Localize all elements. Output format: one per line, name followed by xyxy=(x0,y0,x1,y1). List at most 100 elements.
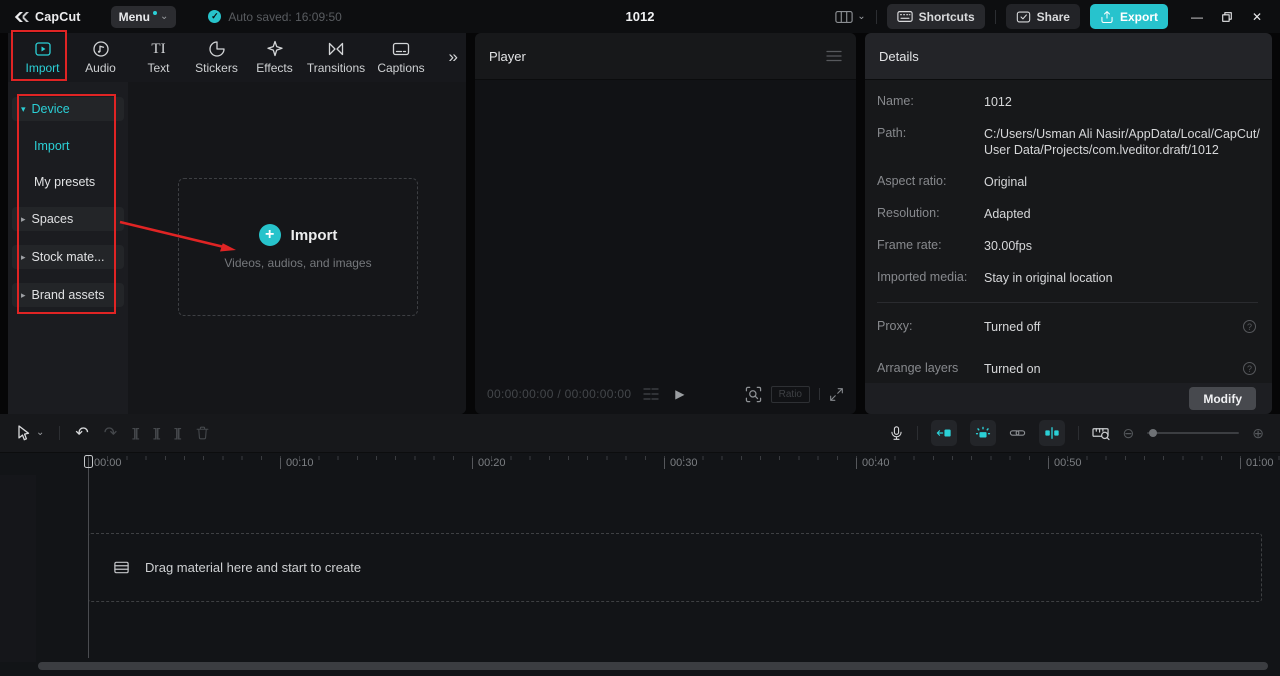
redo-button[interactable]: ↷ xyxy=(104,423,117,443)
plus-icon[interactable]: + xyxy=(258,224,281,246)
ratio-selector[interactable]: Ratio xyxy=(770,385,810,403)
detail-row-resolution: Resolution: Adapted xyxy=(877,206,1272,222)
timeline-toolbar: ⌄ ↶ ↷ ][ ][ ][⊖ ⊕ xyxy=(0,414,1280,453)
tab-captions[interactable]: Captions xyxy=(369,40,433,75)
modify-button[interactable]: Modify xyxy=(1189,387,1256,410)
playhead-handle[interactable] xyxy=(84,455,93,468)
menu-button[interactable]: Menu ⌄ xyxy=(110,5,177,28)
tab-stickers[interactable]: Stickers xyxy=(188,40,245,75)
stickers-tab-icon xyxy=(208,41,225,57)
detail-label: Arrange layers xyxy=(877,361,959,375)
layout-icon xyxy=(835,10,853,23)
chevron-down-icon: ⌄ xyxy=(159,10,169,22)
autosave-status: ✓ Auto saved: 16:09:50 xyxy=(208,10,342,24)
details-header: Details xyxy=(865,33,1272,80)
ruler-magnifier-icon xyxy=(1091,428,1110,441)
divider xyxy=(875,9,877,24)
restore-button[interactable] xyxy=(1212,0,1242,33)
zoom-out-button[interactable]: ⊖ xyxy=(1123,426,1135,440)
tab-effects[interactable]: Effects xyxy=(246,40,303,75)
slider-handle[interactable] xyxy=(1149,429,1158,437)
undo-button[interactable]: ↶ xyxy=(75,423,88,443)
close-button[interactable]: ✕ xyxy=(1242,0,1272,33)
media-sidebar: ▾ Device Import My presets ▸ Spaces ▸ St… xyxy=(8,82,128,414)
fullscreen-icon[interactable] xyxy=(829,387,844,402)
select-tool-button[interactable]: ⌄ xyxy=(16,425,44,441)
sidebar-item-my-presets[interactable]: My presets xyxy=(8,169,128,195)
sidebar-item-device[interactable]: ▾ Device xyxy=(12,97,124,121)
sidebar-item-import[interactable]: Import xyxy=(8,133,128,159)
delete-button[interactable] xyxy=(195,425,210,441)
split-button[interactable]: ][ xyxy=(132,426,139,440)
detail-value: Original xyxy=(984,175,1028,189)
detail-value: 30.00fps xyxy=(984,239,1032,253)
linkage-toggle[interactable] xyxy=(1009,425,1026,441)
share-button[interactable]: Share xyxy=(1005,4,1080,29)
player-menu-icon[interactable] xyxy=(826,50,842,62)
app-logo-text: CapCut xyxy=(35,9,81,24)
help-icon[interactable]: ? xyxy=(1243,362,1256,375)
top-bar-right: ⌄ Shortcuts Share Export — ✕ xyxy=(835,0,1280,33)
focus-zoom-icon[interactable] xyxy=(745,386,762,403)
zoom-in-button[interactable]: ⊕ xyxy=(1252,426,1264,440)
detail-label: Frame rate: xyxy=(877,238,942,252)
frame-list-icon[interactable] xyxy=(643,387,659,401)
restore-window-icon xyxy=(1222,11,1232,22)
ruler-label: 01:00 xyxy=(1240,458,1274,469)
sidebar-item-label: Brand assets xyxy=(31,288,105,302)
main-track-magnet-toggle[interactable] xyxy=(930,420,957,446)
media-tab-bar: Import Audio TI Text Stickers Effects Tr… xyxy=(8,33,466,82)
chevron-down-icon: ⌄ xyxy=(36,427,45,438)
divider xyxy=(1077,426,1079,440)
layout-switch-button[interactable]: ⌄ xyxy=(835,10,866,24)
ruler-label: 00:50 xyxy=(1048,458,1082,469)
tab-text[interactable]: TI Text xyxy=(130,40,187,75)
import-dropzone[interactable]: + Import Videos, audios, and images xyxy=(178,178,418,316)
delete-right-button[interactable]: ][ xyxy=(174,426,181,440)
magnet-track-icon xyxy=(936,429,951,437)
detail-label: Proxy: xyxy=(877,319,913,333)
detail-label: Imported media: xyxy=(877,270,968,284)
export-icon xyxy=(1101,10,1113,23)
adapt-timeline-button[interactable] xyxy=(1091,425,1110,441)
track-header-gutter xyxy=(0,475,36,662)
detail-value: Adapted xyxy=(984,207,1031,221)
sidebar-item-spaces[interactable]: ▸ Spaces xyxy=(12,207,124,231)
export-button[interactable]: Export xyxy=(1089,4,1168,29)
divider xyxy=(916,426,918,440)
horizontal-scrollbar[interactable] xyxy=(38,662,1268,670)
play-icon[interactable]: ▶ xyxy=(675,387,684,401)
microphone-icon xyxy=(890,425,902,440)
detail-value: C:/Users/Usman Ali Nasir/AppData/Local/C… xyxy=(984,127,1260,157)
timeline-dropzone[interactable]: Drag material here and start to create xyxy=(88,533,1262,602)
shortcuts-button[interactable]: Shortcuts xyxy=(886,4,985,29)
captions-tab-icon xyxy=(392,42,410,56)
sidebar-item-stock-materials[interactable]: ▸ Stock mate... xyxy=(12,245,124,269)
tab-label: Audio xyxy=(85,61,116,75)
tab-transitions[interactable]: Transitions xyxy=(304,40,368,75)
sidebar-item-brand-assets[interactable]: ▸ Brand assets xyxy=(12,283,124,307)
snap-sparkle-icon xyxy=(975,426,990,438)
help-icon[interactable]: ? xyxy=(1243,320,1256,333)
menu-label: Menu xyxy=(118,9,150,24)
sidebar-item-label: Device xyxy=(31,102,70,116)
record-voiceover-button[interactable] xyxy=(889,425,904,442)
tab-label: Import xyxy=(25,61,60,75)
preview-axis-toggle[interactable] xyxy=(1038,420,1065,446)
minimize-button[interactable]: — xyxy=(1182,0,1212,33)
detail-row-arrange-layers: Arrange layers Turned on ? xyxy=(877,361,1272,377)
preview-axis-icon xyxy=(1044,427,1059,439)
ruler-label: 00:10 xyxy=(280,458,314,469)
more-tabs-chevron-icon[interactable]: » xyxy=(449,47,458,67)
detail-row-frame-rate: Frame rate: 30.00fps xyxy=(877,238,1272,254)
timeline-zoom-slider[interactable] xyxy=(1147,429,1240,437)
auto-snap-toggle[interactable] xyxy=(969,420,996,446)
audio-tab-icon xyxy=(92,41,109,57)
import-dropzone-subtitle: Videos, audios, and images xyxy=(224,256,372,270)
tab-import[interactable]: Import xyxy=(14,40,71,75)
tab-label: Effects xyxy=(256,61,293,75)
player-header: Player xyxy=(475,33,856,80)
delete-left-button[interactable]: ][ xyxy=(153,426,160,440)
tab-audio[interactable]: Audio xyxy=(72,40,129,75)
timeline-ruler[interactable]: 00:00 00:10 00:20 00:30 00:40 00:50 01:0… xyxy=(0,453,1280,475)
